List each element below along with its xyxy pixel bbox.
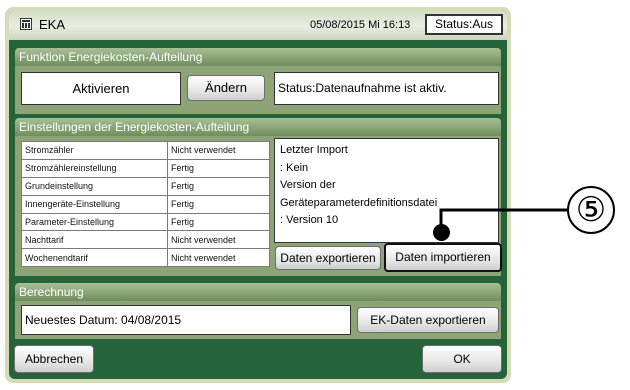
callout-number-badge: ⑤	[567, 186, 615, 234]
callout-dot	[433, 224, 450, 241]
callout-connector	[439, 208, 567, 232]
